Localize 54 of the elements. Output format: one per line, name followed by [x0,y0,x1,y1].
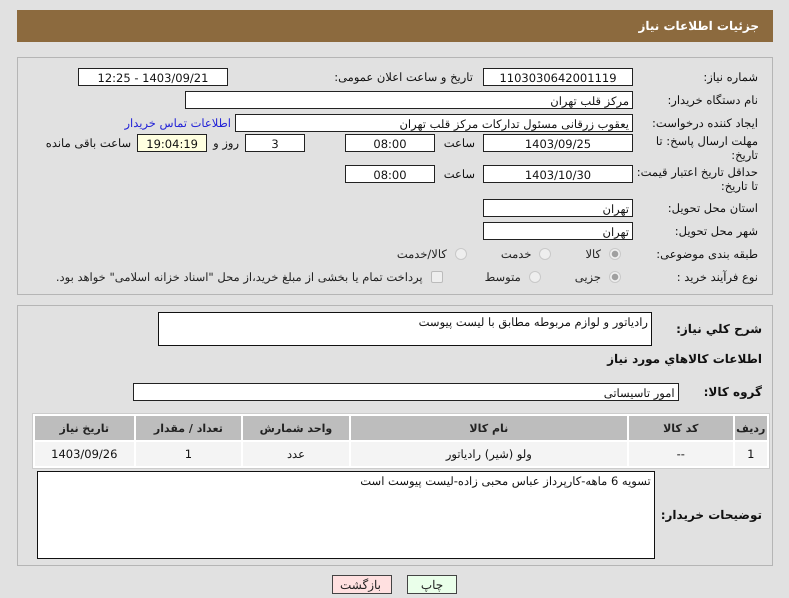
field-label: نوع فرآیند خرید : [676,270,759,284]
table-cell: 1 [136,442,242,466]
radio-button[interactable] [609,248,621,260]
table-cell: -- [628,442,733,466]
time-field: 08:00 [345,165,435,183]
field-label: روز و [213,135,239,152]
field-label: ساعت باقی مانده [46,135,132,152]
countdown-field: 19:04:19 [137,134,208,152]
radio-label: متوسط [484,270,521,284]
radio-button[interactable] [539,248,552,260]
field-label: توضیحات خریدار: [660,508,763,522]
radio-button[interactable] [528,270,541,282]
date-field: 1403/09/25 [483,134,633,152]
radio-button[interactable] [454,248,467,260]
field-label: شماره نیاز: [702,70,759,84]
field-label: ساعت [443,135,475,152]
date-field: 1403/10/30 [483,165,633,183]
radio-button[interactable] [609,270,621,282]
field-label: نام دستگاه خریدار: [666,92,759,106]
field-label: استان محل تحویل: [666,200,759,214]
field-label: ایجاد کننده درخواست: [651,116,759,130]
notes-area: تسویه 6 ماهه-کارپرداز عباس محبی زاده-لیست پیوست است [36,471,655,559]
column-header: تعداد / مقدار [136,416,242,440]
radio-label: خدمت [500,246,532,260]
field-label: شهر محل تحویل: [674,224,759,238]
field-label: مهلت ارسال پاسخ: تا تاریخ: [654,134,759,162]
field-label: طبقه بندی موضوعی: [655,246,759,260]
page-title: جزئیات اطلاعات نیاز [638,19,759,33]
table-cell: عدد [243,442,349,466]
field-label: شرح کلي نياز: [675,322,763,336]
column-header: تاریخ نیاز [35,416,134,440]
table-cell: ولو (شیر) رادیاتور [350,442,627,466]
column-header: نام کالا [350,416,627,440]
column-header: کد کالا [628,416,733,440]
radio-label: کالا/خدمت [396,246,447,260]
section-title: اطلاعات کالاهاي مورد نياز [606,351,763,368]
checkbox[interactable] [430,270,443,282]
table-cell: 1403/09/26 [35,442,134,466]
field-label: تاریخ و ساعت اعلان عمومی: [333,70,473,84]
checkbox-label: پرداخت تمام یا بخشی از مبلغ خرید،از محل "اسناد خزانه اسلامی" خواهد بود. [56,270,423,284]
back-button[interactable]: بازگشت [332,575,392,594]
days-field: 3 [245,134,305,152]
field-label: حداقل تاریخ اعتبار قیمت: تا تاریخ: [636,165,759,193]
contact-link[interactable]: اطلاعات تماس خریدار [124,116,231,130]
column-header: واحد شمارش [243,416,349,440]
time-field: 08:00 [345,134,435,152]
radio-label: کالا [585,246,601,260]
print-button[interactable]: چاپ [407,575,457,594]
table-cell: 1 [734,442,767,466]
column-header: رديف [734,416,767,440]
radio-label: جزیی [574,270,601,284]
field-label: ساعت [443,166,475,183]
description-area: رادیاتور و لوازم مربوطه مطابق با لیست پیوست [158,312,652,346]
field-label: گروه کالا: [704,384,763,398]
